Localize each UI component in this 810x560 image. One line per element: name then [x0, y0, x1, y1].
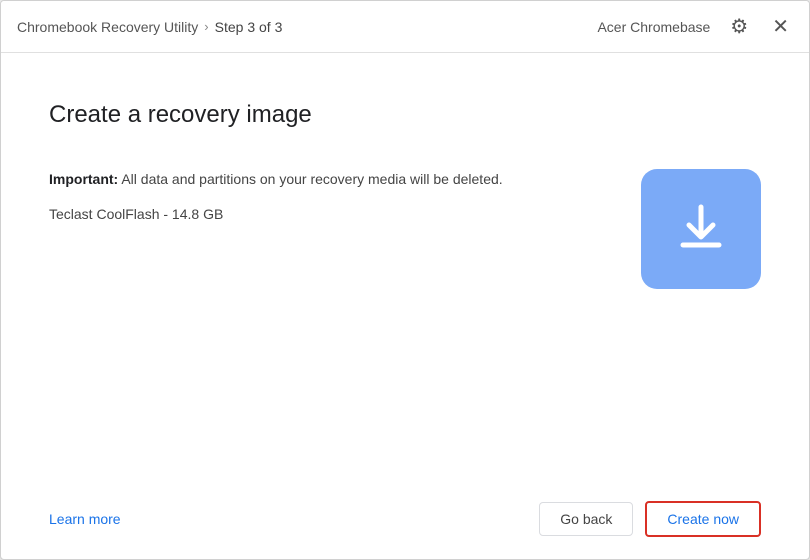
warning-prefix: Important: — [49, 171, 118, 187]
download-icon-box — [641, 169, 761, 289]
step-label: Step 3 of 3 — [215, 19, 283, 35]
close-button[interactable]: ✕ — [768, 10, 793, 43]
footer-buttons: Go back Create now — [539, 501, 761, 537]
page-title: Create a recovery image — [49, 101, 761, 129]
warning-message: All data and partitions on your recovery… — [118, 171, 502, 187]
content-body: Important: All data and partitions on yo… — [49, 169, 761, 289]
settings-button[interactable]: ⚙ — [726, 10, 752, 43]
titlebar: Chromebook Recovery Utility › Step 3 of … — [1, 1, 809, 53]
footer: Learn more Go back Create now — [1, 479, 809, 559]
close-icon: ✕ — [772, 14, 789, 39]
warning-text: Important: All data and partitions on yo… — [49, 169, 601, 190]
gear-icon: ⚙ — [730, 14, 748, 39]
create-now-button[interactable]: Create now — [645, 501, 761, 537]
learn-more-link[interactable]: Learn more — [49, 511, 121, 527]
app-name: Chromebook Recovery Utility — [17, 19, 198, 35]
app-window: Chromebook Recovery Utility › Step 3 of … — [0, 0, 810, 560]
breadcrumb-chevron: › — [204, 19, 208, 34]
device-name: Acer Chromebase — [597, 19, 710, 35]
titlebar-right: Acer Chromebase ⚙ ✕ — [597, 10, 793, 43]
titlebar-left: Chromebook Recovery Utility › Step 3 of … — [17, 19, 282, 35]
download-icon — [671, 199, 731, 259]
go-back-button[interactable]: Go back — [539, 502, 633, 536]
device-info: Teclast CoolFlash - 14.8 GB — [49, 206, 601, 222]
content-left: Important: All data and partitions on yo… — [49, 169, 601, 222]
main-content: Create a recovery image Important: All d… — [1, 53, 809, 479]
